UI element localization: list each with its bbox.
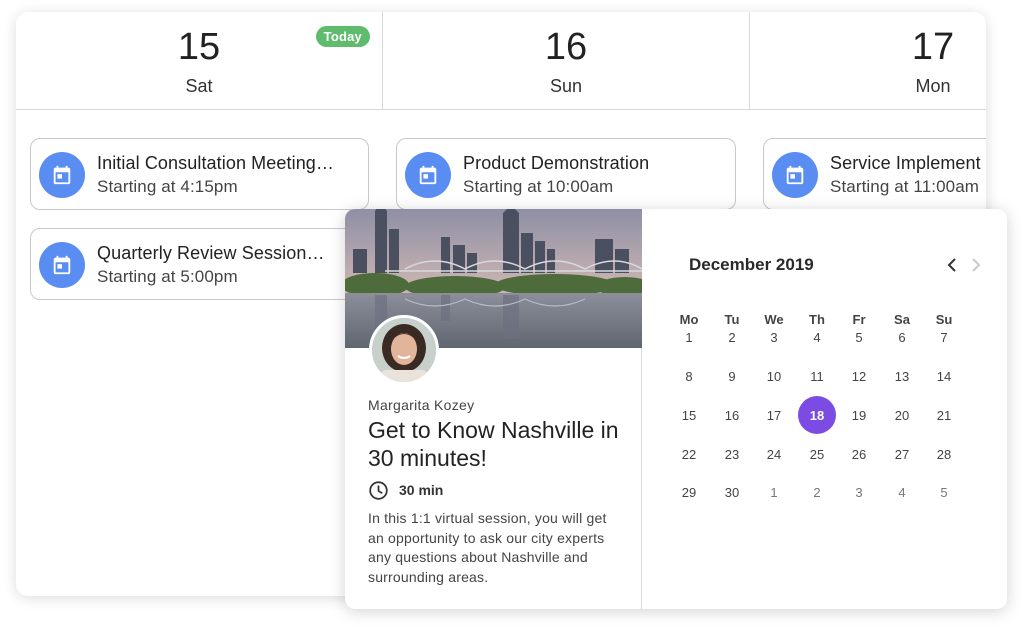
calendar-day[interactable]: 5	[925, 473, 963, 511]
booking-card: Margarita Kozey Get to Know Nashville in…	[345, 209, 1007, 609]
host-name: Margarita Kozey	[368, 397, 475, 413]
calendar-icon	[39, 242, 85, 288]
chevron-left-icon[interactable]	[941, 253, 963, 277]
event-title: Product Demonstration	[463, 153, 650, 173]
event-card[interactable]: Initial Consultation Meeting… Starting a…	[30, 138, 369, 210]
event-title: Initial Consultation Meeting…	[97, 153, 335, 173]
event-time: Starting at 11:00am	[830, 177, 980, 196]
calendar-day[interactable]: 9	[713, 357, 751, 395]
calendar-day[interactable]: 1	[670, 318, 708, 356]
event-time: Starting at 10:00am	[463, 177, 614, 196]
calendar-day[interactable]: 7	[925, 318, 963, 356]
calendar-day[interactable]: 10	[755, 357, 793, 395]
session-title: Get to Know Nashville in 30 minutes!	[368, 417, 619, 471]
calendar-day[interactable]: 8	[670, 357, 708, 395]
calendar-day[interactable]: 2	[798, 473, 836, 511]
today-badge: Today	[315, 26, 370, 47]
day-name: Mon	[915, 76, 951, 96]
event-time: Starting at 4:15pm	[97, 177, 238, 196]
calendar-day[interactable]: 23	[713, 435, 751, 473]
session-duration: 30 min	[368, 479, 443, 501]
calendar-day[interactable]: 28	[925, 435, 963, 473]
selected-day[interactable]: 18	[798, 396, 836, 434]
calendar-icon	[772, 152, 818, 198]
duration-label: 30 min	[399, 482, 444, 498]
calendar-day[interactable]: 12	[840, 357, 878, 395]
days-header: 15 Sat Today 16 Sun 17 Mon	[16, 12, 986, 110]
calendar-day[interactable]: 16	[713, 396, 751, 434]
calendar-day[interactable]: 22	[670, 435, 708, 473]
event-card[interactable]: Product Demonstration Starting at 10:00a…	[396, 138, 736, 210]
calendar-day[interactable]: 3	[755, 318, 793, 356]
calendar-day[interactable]: 11	[798, 357, 836, 395]
host-avatar	[369, 315, 439, 385]
calendar-day[interactable]: 4	[883, 473, 921, 511]
day-name: Sun	[549, 76, 583, 96]
calendar-day[interactable]: 17	[755, 396, 793, 434]
calendar-day[interactable]: 1	[755, 473, 793, 511]
day-number: 17	[911, 26, 955, 68]
month-label: December 2019	[689, 255, 814, 274]
calendar-day[interactable]: 13	[883, 357, 921, 395]
event-title: Service Implement	[830, 153, 981, 173]
calendar-day[interactable]: 29	[670, 473, 708, 511]
day-column-header[interactable]: 16 Sun	[383, 12, 749, 110]
date-picker: December 2019 Mo Tu We Th Fr Sa Su 1 2 3 4 5 6 7 8 9 10…	[643, 209, 1007, 609]
calendar-day[interactable]: 20	[883, 396, 921, 434]
day-column-header[interactable]: 15 Sat Today	[16, 12, 382, 110]
calendar-day[interactable]: 4	[798, 318, 836, 356]
calendar-day[interactable]: 14	[925, 357, 963, 395]
calendar-day[interactable]: 30	[713, 473, 751, 511]
calendar-icon	[39, 152, 85, 198]
calendar-day[interactable]: 21	[925, 396, 963, 434]
calendar-day[interactable]: 3	[840, 473, 878, 511]
session-description: In this 1:1 virtual session, you will ge…	[368, 510, 607, 585]
session-details: Margarita Kozey Get to Know Nashville in…	[345, 209, 642, 609]
calendar-day[interactable]: 2	[713, 318, 751, 356]
calendar-day[interactable]: 5	[840, 318, 878, 356]
day-column-header[interactable]: 17 Mon	[750, 12, 986, 110]
calendar-day[interactable]: 24	[755, 435, 793, 473]
calendar-day[interactable]: 6	[883, 318, 921, 356]
event-card[interactable]: Quarterly Review Session… Starting at 5:…	[30, 228, 369, 300]
calendar-day[interactable]: 15	[670, 396, 708, 434]
day-name: Sat	[185, 76, 213, 96]
calendar-icon	[405, 152, 451, 198]
day-number: 16	[544, 26, 588, 68]
chevron-right-icon[interactable]	[965, 253, 987, 277]
calendar-day[interactable]: 25	[798, 435, 836, 473]
event-time: Starting at 5:00pm	[97, 267, 238, 286]
clock-icon	[368, 480, 389, 501]
calendar-day[interactable]: 19	[840, 396, 878, 434]
calendar-day[interactable]: 26	[840, 435, 878, 473]
event-title: Quarterly Review Session…	[97, 243, 325, 263]
event-card[interactable]: Service Implement Starting at 11:00am	[763, 138, 986, 210]
calendar-day[interactable]: 27	[883, 435, 921, 473]
